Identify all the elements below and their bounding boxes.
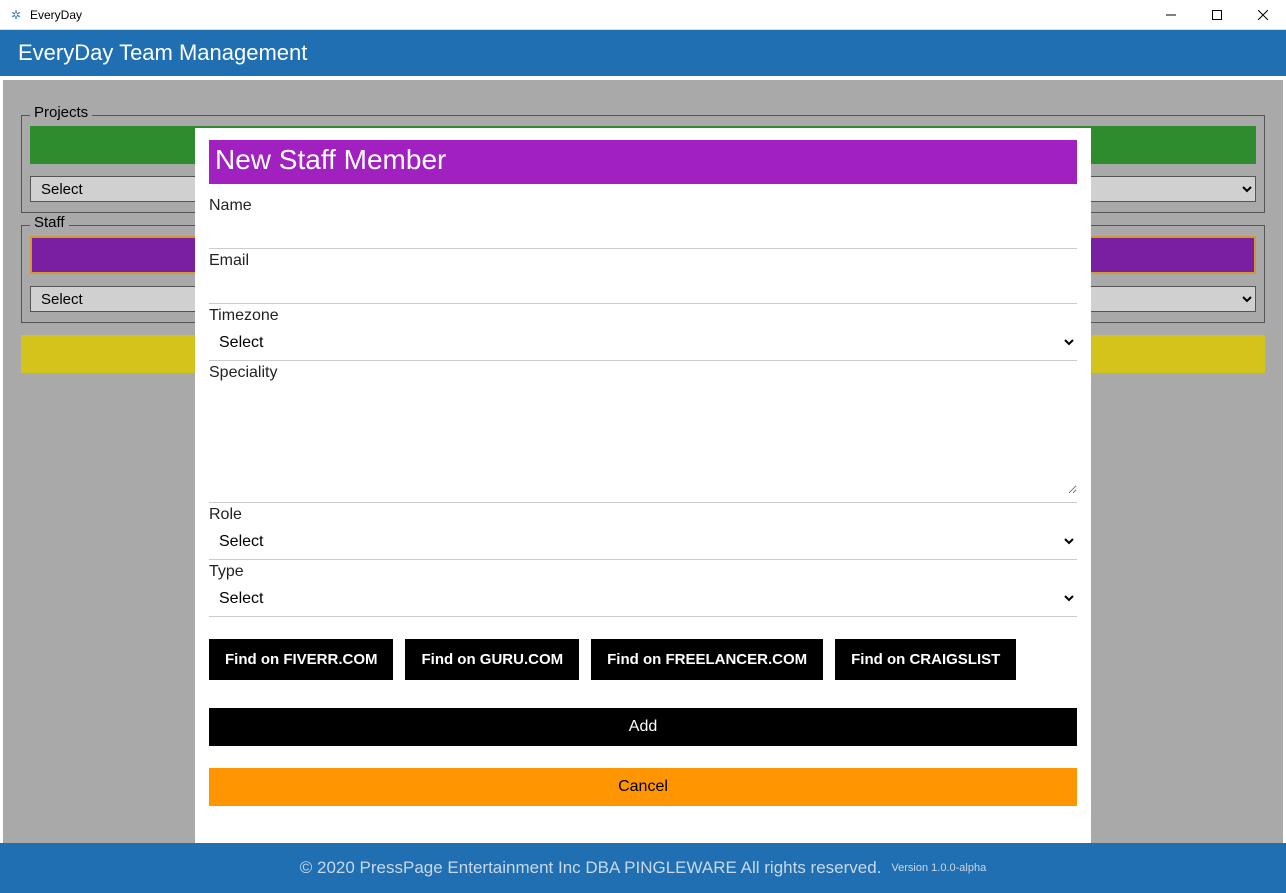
timezone-group: Timezone Select [209,304,1077,361]
find-button-row: Find on FIVERR.COM Find on GURU.COM Find… [209,639,1077,680]
new-staff-modal: New Staff Member Name Email Timezone Sel… [195,128,1091,843]
speciality-label: Speciality [209,364,1077,382]
find-guru-button[interactable]: Find on GURU.COM [405,639,579,680]
find-craigslist-button[interactable]: Find on CRAIGSLIST [835,639,1016,680]
staff-legend: Staff [30,214,69,231]
speciality-group: Speciality [209,361,1077,503]
modal-title: New Staff Member [209,140,1077,184]
name-input[interactable] [209,217,1077,245]
type-group: Type Select [209,560,1077,617]
app-icon: ✲ [8,7,24,23]
footer: © 2020 PressPage Entertainment Inc DBA P… [0,843,1286,893]
email-group: Email [209,249,1077,304]
name-group: Name [209,194,1077,249]
email-label: Email [209,252,1077,270]
app-header: EveryDay Team Management [0,30,1286,76]
timezone-select[interactable]: Select [209,327,1077,357]
projects-legend: Projects [30,104,92,121]
footer-copyright: © 2020 PressPage Entertainment Inc DBA P… [300,858,882,878]
find-fiverr-button[interactable]: Find on FIVERR.COM [209,639,393,680]
window-titlebar: ✲ EveryDay [0,0,1286,30]
minimize-button[interactable] [1148,0,1194,29]
name-label: Name [209,197,1077,215]
add-button[interactable]: Add [209,708,1077,746]
app-header-title: EveryDay Team Management [18,40,307,65]
speciality-textarea[interactable] [209,384,1077,494]
role-select[interactable]: Select [209,526,1077,556]
role-group: Role Select [209,503,1077,560]
type-select[interactable]: Select [209,583,1077,613]
window-title: EveryDay [30,8,82,22]
footer-version: Version 1.0.0-alpha [891,862,986,874]
role-label: Role [209,506,1077,524]
maximize-button[interactable] [1194,0,1240,29]
find-freelancer-button[interactable]: Find on FREELANCER.COM [591,639,823,680]
cancel-button[interactable]: Cancel [209,768,1077,806]
email-input[interactable] [209,272,1077,300]
type-label: Type [209,563,1077,581]
close-button[interactable] [1240,0,1286,29]
timezone-label: Timezone [209,307,1077,325]
